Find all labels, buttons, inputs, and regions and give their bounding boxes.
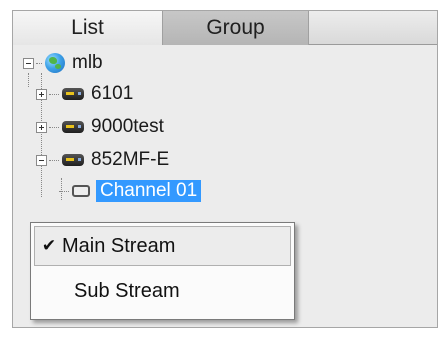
tree-node-label: mlb <box>72 52 103 73</box>
stream-context-menu: ✔ Main Stream Sub Stream <box>30 222 295 320</box>
tree-connector <box>49 93 59 95</box>
tree-connector <box>49 159 59 161</box>
tree-node-label: 9000test <box>91 116 164 137</box>
menu-item-main-stream[interactable]: ✔ Main Stream <box>34 226 291 266</box>
checkmark-icon: ✔ <box>41 236 57 255</box>
tab-list[interactable]: List <box>13 11 163 45</box>
tree-connector <box>28 73 29 87</box>
menu-item-sub-stream[interactable]: Sub Stream <box>34 271 291 311</box>
camera-icon <box>72 185 90 197</box>
tree-node-label-selected: Channel 01 <box>96 180 202 202</box>
tree-node-channel[interactable]: Channel 01 <box>57 179 202 203</box>
dvr-device-icon <box>62 121 84 133</box>
tree-node-device[interactable]: 6101 <box>36 82 133 106</box>
tab-bar: List Group <box>13 11 437 45</box>
collapse-icon[interactable] <box>23 57 34 69</box>
expand-icon[interactable] <box>36 88 47 100</box>
tab-group[interactable]: Group <box>163 11 309 45</box>
globe-icon <box>45 53 65 73</box>
tree-connector <box>49 126 59 128</box>
tree-connector <box>36 62 42 64</box>
tree-node-label: 852MF-E <box>91 149 170 170</box>
dvr-device-icon <box>62 154 84 166</box>
menu-item-label: Main Stream <box>62 235 176 257</box>
tree-connector <box>59 190 69 192</box>
tree-node-device[interactable]: 9000test <box>36 115 164 139</box>
menu-item-label: Sub Stream <box>74 280 180 302</box>
dvr-device-icon <box>62 88 84 100</box>
tree-node-root[interactable]: mlb <box>23 51 103 75</box>
tree-node-label: 6101 <box>91 83 134 104</box>
tree-node-device[interactable]: 852MF-E <box>36 148 169 172</box>
collapse-icon[interactable] <box>36 154 47 166</box>
expand-icon[interactable] <box>36 121 47 133</box>
